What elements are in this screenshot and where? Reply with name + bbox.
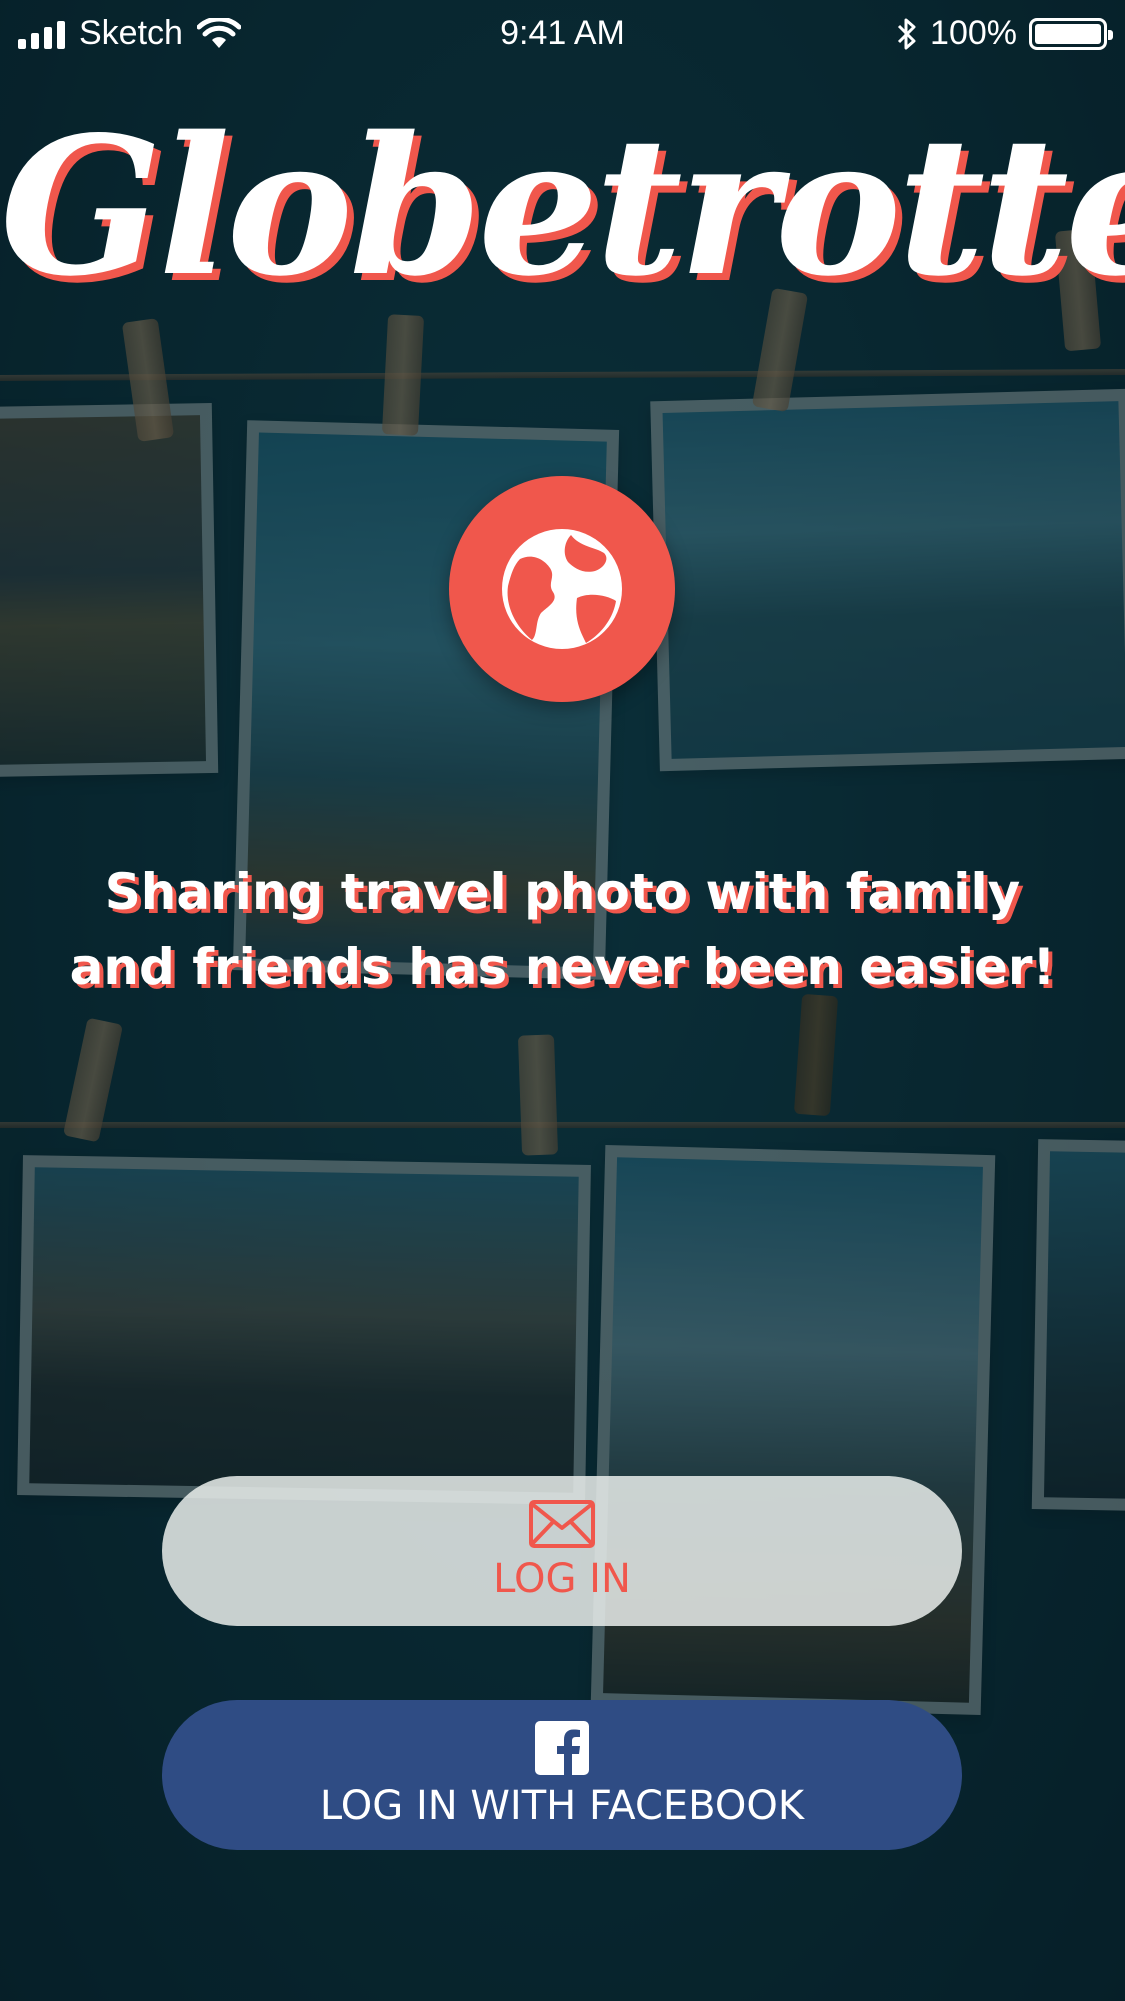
- facebook-button-label: LOG IN WITH FACEBOOK: [319, 1783, 805, 1829]
- tagline-text: Sharing travel photo with family and fri…: [69, 863, 1056, 996]
- welcome-screen: Sketch 9:41 AM 100% Globetrotter Sharing: [0, 0, 1125, 2001]
- login-button[interactable]: LOG IN: [162, 1476, 962, 1626]
- globe-icon: [449, 476, 675, 702]
- facebook-icon: [535, 1721, 589, 1775]
- envelope-icon: [529, 1500, 595, 1548]
- bluetooth-icon: [897, 18, 916, 49]
- app-title: Globetrotter: [0, 95, 1125, 318]
- login-button-label: LOG IN: [493, 1556, 631, 1602]
- battery-percent: 100%: [930, 14, 1017, 52]
- facebook-login-button[interactable]: LOG IN WITH FACEBOOK: [162, 1700, 962, 1850]
- status-bar: Sketch 9:41 AM 100%: [0, 0, 1125, 70]
- battery-icon: [1029, 17, 1113, 50]
